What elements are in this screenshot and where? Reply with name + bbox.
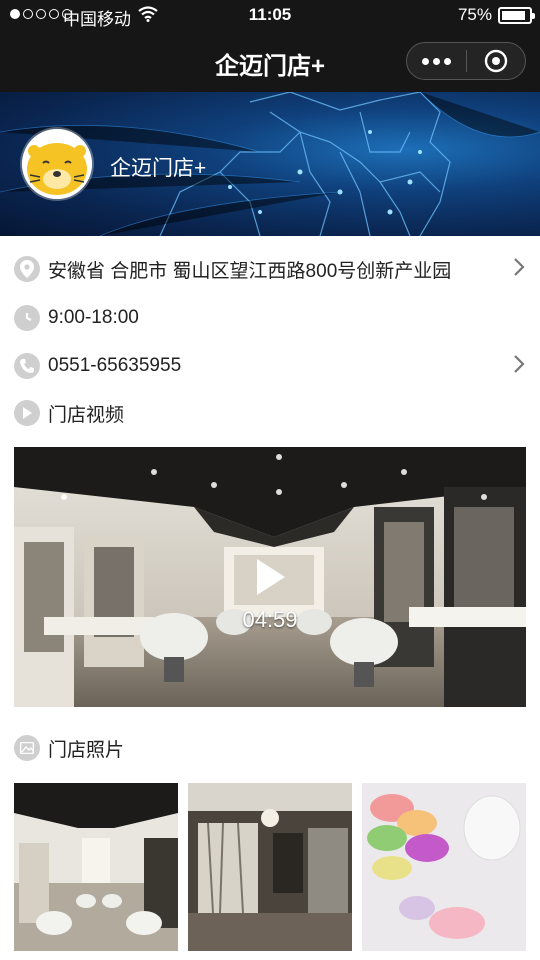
clock-icon xyxy=(14,305,40,331)
battery-percent: 75% xyxy=(457,5,492,24)
video-duration: 04:59 xyxy=(242,607,298,632)
hours-row: 9:00-18:00 xyxy=(0,295,540,341)
store-name: 企迈门店+ xyxy=(110,157,207,180)
play-circle-icon xyxy=(14,400,40,426)
video-section-title: 门店视频 xyxy=(48,404,125,426)
photos-section-title: 门店照片 xyxy=(48,739,125,761)
play-icon[interactable] xyxy=(254,557,288,597)
phone-icon xyxy=(14,353,40,379)
mini-program-capsule xyxy=(406,42,526,80)
status-bar: 中国移动 11:05 75% xyxy=(0,0,540,30)
store-banner: 企迈门店+ xyxy=(0,92,540,236)
salon-photo-image xyxy=(14,783,178,951)
target-close-icon[interactable] xyxy=(466,43,525,79)
store-photo-2[interactable] xyxy=(188,783,352,951)
store-photo-1[interactable] xyxy=(14,783,178,951)
video-section-header: 门店视频 xyxy=(0,390,540,436)
location-pin-icon xyxy=(14,256,40,282)
address-row[interactable]: 安徽省 合肥市 蜀山区望江西路800号创新产业园 xyxy=(0,246,540,292)
phone-row[interactable]: 0551-65635955 xyxy=(0,343,540,389)
store-avatar xyxy=(22,129,92,199)
battery-icon xyxy=(498,7,535,24)
chevron-right-icon xyxy=(513,354,525,379)
phone-text: 0551-65635955 xyxy=(48,355,182,376)
chevron-right-icon xyxy=(513,257,525,282)
store-photo-3[interactable] xyxy=(362,783,526,951)
macaron-photo-image xyxy=(362,783,526,951)
salon-photo-image xyxy=(188,783,352,951)
image-icon xyxy=(14,735,40,761)
more-dots-icon[interactable] xyxy=(407,43,466,79)
nav-bar: 企迈门店+ xyxy=(0,30,540,92)
address-text: 安徽省 合肥市 蜀山区望江西路800号创新产业园 xyxy=(48,260,452,282)
hours-text: 9:00-18:00 xyxy=(48,307,139,328)
photos-section-header: 门店照片 xyxy=(0,725,540,771)
otter-avatar xyxy=(22,129,92,199)
store-video[interactable]: 04:59 xyxy=(14,447,526,707)
